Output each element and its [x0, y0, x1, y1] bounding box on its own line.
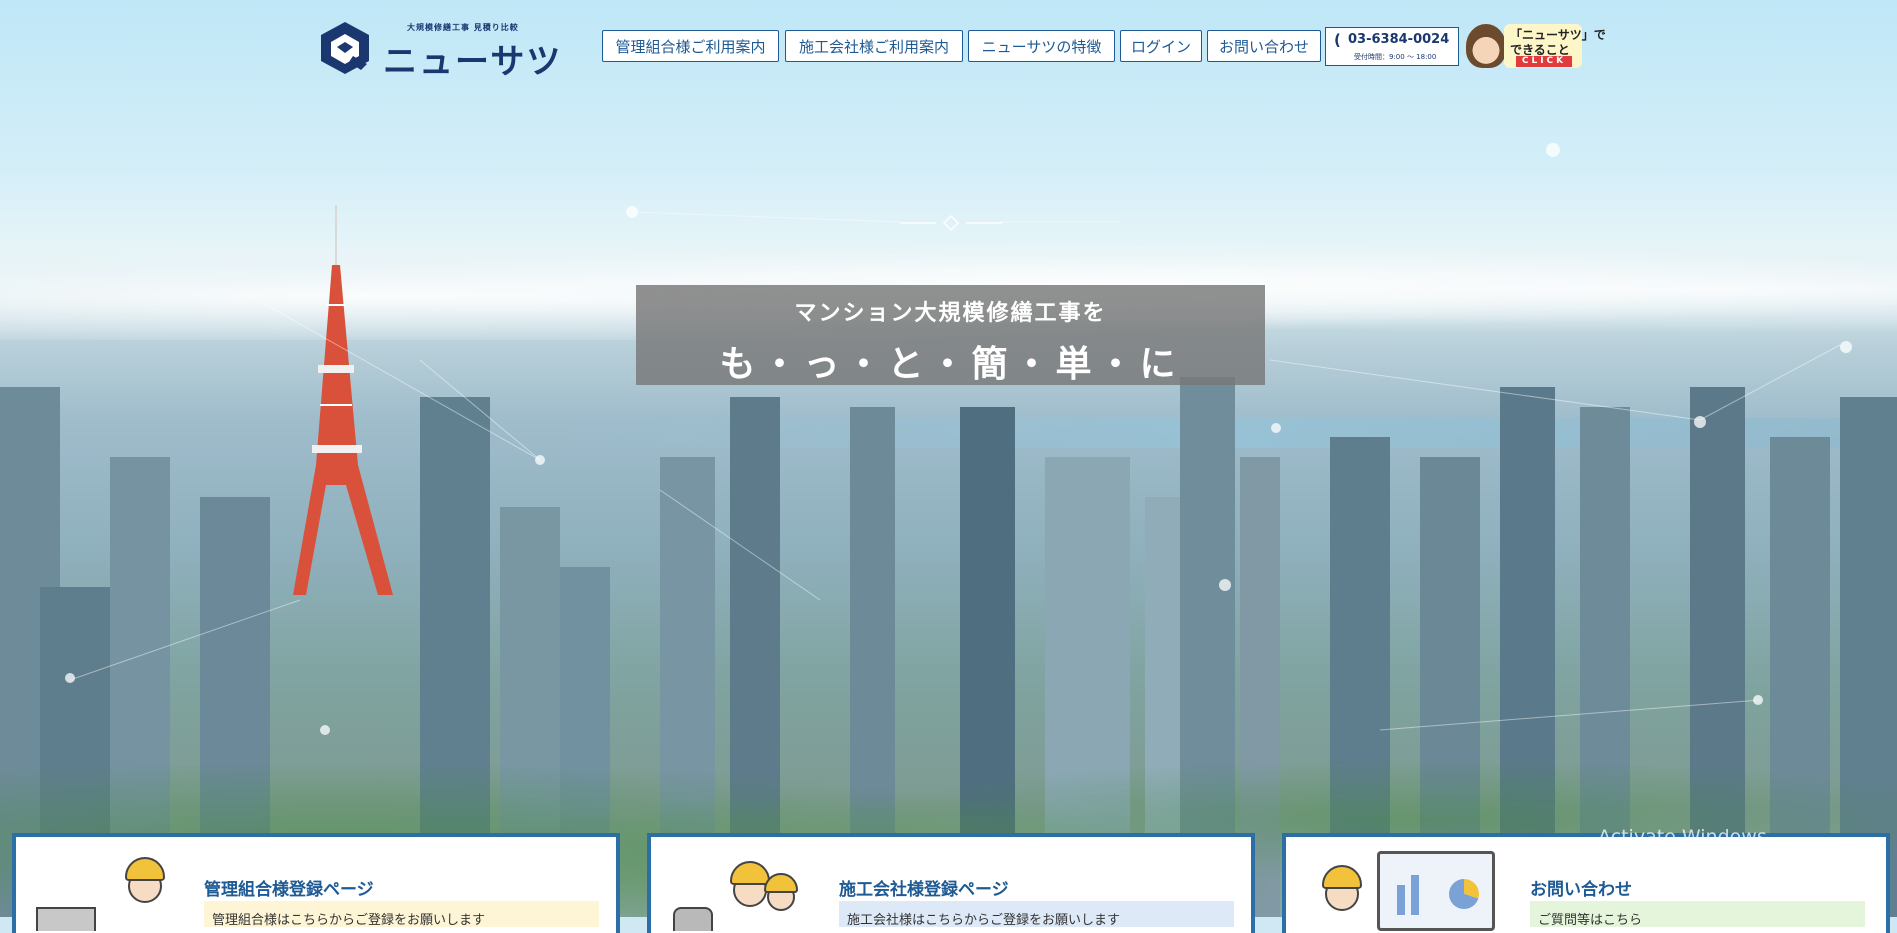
- phone-box[interactable]: ( 03-6384-0024 受付時間：9:00 〜 18:00: [1325, 27, 1459, 66]
- promo-click-label: CLICK: [1516, 56, 1572, 67]
- logo-text: ニューサツ: [383, 42, 563, 82]
- features-promo-button[interactable]: 「ニューサツ」で できること CLICK: [1466, 22, 1606, 70]
- watermark-line2: Go to Settings to activate Windows.: [1598, 852, 1849, 868]
- hero-banner: マンション大規模修繕工事を も・っ・と・簡・単・に: [636, 285, 1265, 385]
- card-title: お問い合わせ: [1530, 880, 1632, 900]
- card-association-register[interactable]: 管理組合様登録ページ 管理組合様はこちらからご登録をお願いします: [12, 833, 620, 933]
- card-title: 管理組合様登録ページ: [204, 880, 374, 900]
- nav-contact[interactable]: お問い合わせ: [1207, 30, 1321, 62]
- phone-hours: 受付時間：9:00 〜 18:00: [1354, 53, 1437, 61]
- nav-label: お問い合わせ: [1218, 37, 1309, 56]
- watermark-line1: Activate Windows: [1598, 826, 1767, 848]
- hero-headline: も・っ・と・簡・単・に: [719, 344, 1182, 385]
- promo-bubble: 「ニューサツ」で できること CLICK: [1504, 24, 1606, 68]
- phone-icon: (: [1334, 31, 1341, 49]
- card-desc: 管理組合様はこちらからご登録をお願いします: [204, 901, 599, 927]
- woman-avatar-icon: [1466, 24, 1506, 68]
- site-logo[interactable]: 大規模修繕工事 見積り比較 ニューサツ: [317, 18, 560, 82]
- hero-subtitle: マンション大規模修繕工事を: [794, 301, 1107, 326]
- nav-login[interactable]: ログイン: [1120, 30, 1202, 62]
- logo-mark-icon: [321, 22, 369, 74]
- card-title: 施工会社様登録ページ: [839, 880, 1009, 900]
- nav-label: ログイン: [1130, 37, 1191, 56]
- nav-label: ニューサツの特徴: [981, 37, 1102, 56]
- nav-contractor-guide[interactable]: 施工会社様ご利用案内: [785, 30, 963, 62]
- card-contractor-register[interactable]: 施工会社様登録ページ 施工会社様はこちらからご登録をお願いします: [647, 833, 1255, 933]
- nav-label: 施工会社様ご利用案内: [798, 37, 949, 56]
- windows-activation-watermark: Activate Windows Go to Settings to activ…: [1598, 826, 1849, 868]
- nav-features[interactable]: ニューサツの特徴: [968, 30, 1115, 62]
- nav-label: 管理組合様ご利用案内: [615, 37, 766, 56]
- logo-tagline: 大規模修繕工事 見積り比較: [407, 23, 519, 32]
- phone-number: 03-6384-0024: [1348, 32, 1450, 47]
- card-desc: ご質問等はこちら: [1530, 901, 1865, 927]
- worker-house-illustration-icon: [36, 851, 186, 931]
- hero-background: [0, 0, 1897, 917]
- network-lines: [65, 143, 1852, 735]
- nav-association-guide[interactable]: 管理組合様ご利用案内: [602, 30, 779, 62]
- worker-chart-illustration-icon: [1321, 851, 1495, 931]
- workers-illustration-icon: [671, 851, 821, 931]
- card-desc: 施工会社様はこちらからご登録をお願いします: [839, 901, 1234, 927]
